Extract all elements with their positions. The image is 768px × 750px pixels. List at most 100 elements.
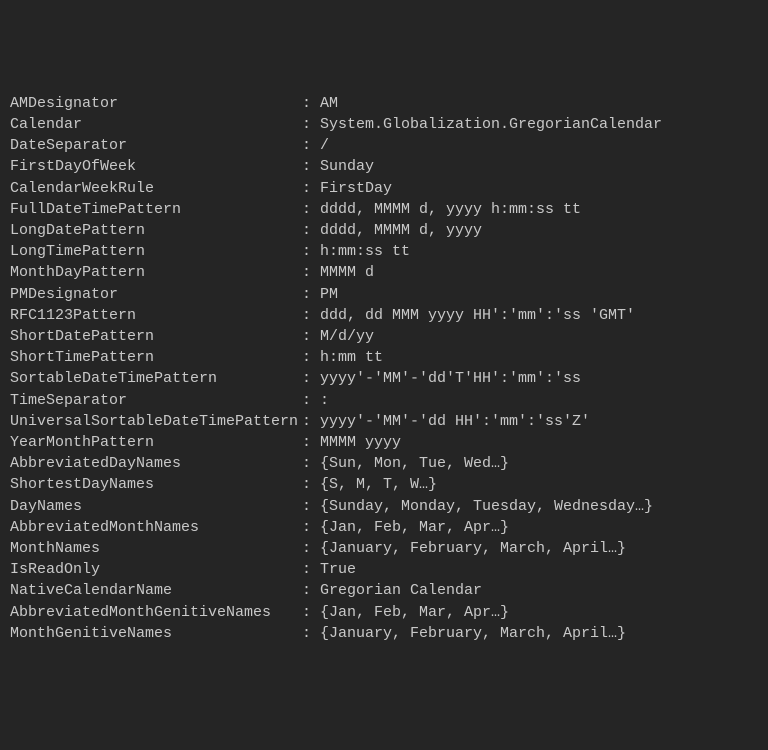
separator: : xyxy=(302,602,320,623)
separator: : xyxy=(302,156,320,177)
separator: : xyxy=(302,517,320,538)
separator: : xyxy=(302,496,320,517)
separator: : xyxy=(302,453,320,474)
property-key: DayNames xyxy=(10,496,302,517)
property-key: UniversalSortableDateTimePattern xyxy=(10,411,302,432)
property-row: UniversalSortableDateTimePattern:yyyy'-'… xyxy=(10,411,758,432)
property-value: Sunday xyxy=(320,158,374,175)
separator: : xyxy=(302,368,320,389)
separator: : xyxy=(302,220,320,241)
property-value: ddd, dd MMM yyyy HH':'mm':'ss 'GMT' xyxy=(320,307,635,324)
property-value: / xyxy=(320,137,329,154)
separator: : xyxy=(302,623,320,644)
separator: : xyxy=(302,305,320,326)
property-row: TimeSeparator:: xyxy=(10,390,758,411)
property-key: MonthNames xyxy=(10,538,302,559)
property-value: FirstDay xyxy=(320,180,392,197)
property-row: DayNames:{Sunday, Monday, Tuesday, Wedne… xyxy=(10,496,758,517)
property-value: System.Globalization.GregorianCalendar xyxy=(320,116,662,133)
property-key: ShortestDayNames xyxy=(10,474,302,495)
property-value: h:mm:ss tt xyxy=(320,243,410,260)
separator: : xyxy=(302,93,320,114)
property-key: IsReadOnly xyxy=(10,559,302,580)
property-key: AMDesignator xyxy=(10,93,302,114)
property-row: CalendarWeekRule:FirstDay xyxy=(10,178,758,199)
property-key: ShortDatePattern xyxy=(10,326,302,347)
separator: : xyxy=(302,199,320,220)
property-value: AM xyxy=(320,95,338,112)
property-value: {Sun, Mon, Tue, Wed…} xyxy=(320,455,509,472)
property-key: MonthGenitiveNames xyxy=(10,623,302,644)
property-key: AbbreviatedDayNames xyxy=(10,453,302,474)
property-value: {Jan, Feb, Mar, Apr…} xyxy=(320,519,509,536)
property-key: LongDatePattern xyxy=(10,220,302,241)
property-value: {January, February, March, April…} xyxy=(320,540,626,557)
property-row: AMDesignator:AM xyxy=(10,93,758,114)
separator: : xyxy=(302,326,320,347)
property-value: yyyy'-'MM'-'dd HH':'mm':'ss'Z' xyxy=(320,413,590,430)
property-value: yyyy'-'MM'-'dd'T'HH':'mm':'ss xyxy=(320,370,581,387)
property-value: {S, M, T, W…} xyxy=(320,476,437,493)
property-row: NativeCalendarName:Gregorian Calendar xyxy=(10,580,758,601)
property-row: RFC1123Pattern:ddd, dd MMM yyyy HH':'mm'… xyxy=(10,305,758,326)
property-row: LongDatePattern:dddd, MMMM d, yyyy xyxy=(10,220,758,241)
property-value: MMMM yyyy xyxy=(320,434,401,451)
separator: : xyxy=(302,114,320,135)
property-row: Calendar:System.Globalization.GregorianC… xyxy=(10,114,758,135)
property-key: FullDateTimePattern xyxy=(10,199,302,220)
property-row: PMDesignator:PM xyxy=(10,284,758,305)
property-row: AbbreviatedMonthNames:{Jan, Feb, Mar, Ap… xyxy=(10,517,758,538)
property-row: MonthNames:{January, February, March, Ap… xyxy=(10,538,758,559)
property-value: dddd, MMMM d, yyyy xyxy=(320,222,482,239)
property-row: ShortTimePattern:h:mm tt xyxy=(10,347,758,368)
property-value: Gregorian Calendar xyxy=(320,582,482,599)
separator: : xyxy=(302,411,320,432)
separator: : xyxy=(302,474,320,495)
property-value: MMMM d xyxy=(320,264,374,281)
property-key: AbbreviatedMonthNames xyxy=(10,517,302,538)
property-row: AbbreviatedMonthGenitiveNames:{Jan, Feb,… xyxy=(10,602,758,623)
property-row: DateSeparator:/ xyxy=(10,135,758,156)
property-key: RFC1123Pattern xyxy=(10,305,302,326)
separator: : xyxy=(302,390,320,411)
property-key: SortableDateTimePattern xyxy=(10,368,302,389)
separator: : xyxy=(302,432,320,453)
separator: : xyxy=(302,538,320,559)
property-row: YearMonthPattern:MMMM yyyy xyxy=(10,432,758,453)
separator: : xyxy=(302,347,320,368)
separator: : xyxy=(302,241,320,262)
property-key: ShortTimePattern xyxy=(10,347,302,368)
property-row: AbbreviatedDayNames:{Sun, Mon, Tue, Wed…… xyxy=(10,453,758,474)
property-row: ShortDatePattern:M/d/yy xyxy=(10,326,758,347)
property-row: LongTimePattern:h:mm:ss tt xyxy=(10,241,758,262)
property-row: ShortestDayNames:{S, M, T, W…} xyxy=(10,474,758,495)
property-value: : xyxy=(320,392,329,409)
property-value: True xyxy=(320,561,356,578)
property-value: h:mm tt xyxy=(320,349,383,366)
property-row: MonthDayPattern:MMMM d xyxy=(10,262,758,283)
property-value: {Jan, Feb, Mar, Apr…} xyxy=(320,604,509,621)
property-value: M/d/yy xyxy=(320,328,374,345)
property-row: IsReadOnly:True xyxy=(10,559,758,580)
property-row: SortableDateTimePattern:yyyy'-'MM'-'dd'T… xyxy=(10,368,758,389)
property-row: FirstDayOfWeek:Sunday xyxy=(10,156,758,177)
property-key: AbbreviatedMonthGenitiveNames xyxy=(10,602,302,623)
property-row: MonthGenitiveNames:{January, February, M… xyxy=(10,623,758,644)
property-key: TimeSeparator xyxy=(10,390,302,411)
separator: : xyxy=(302,262,320,283)
separator: : xyxy=(302,580,320,601)
property-key: NativeCalendarName xyxy=(10,580,302,601)
property-key: CalendarWeekRule xyxy=(10,178,302,199)
property-key: YearMonthPattern xyxy=(10,432,302,453)
property-key: LongTimePattern xyxy=(10,241,302,262)
property-key: DateSeparator xyxy=(10,135,302,156)
property-key: MonthDayPattern xyxy=(10,262,302,283)
property-value: PM xyxy=(320,286,338,303)
separator: : xyxy=(302,559,320,580)
property-value: {Sunday, Monday, Tuesday, Wednesday…} xyxy=(320,498,653,515)
console-output: AMDesignator:AMCalendar:System.Globaliza… xyxy=(10,93,758,644)
property-value: {January, February, March, April…} xyxy=(320,625,626,642)
separator: : xyxy=(302,284,320,305)
property-key: Calendar xyxy=(10,114,302,135)
property-value: dddd, MMMM d, yyyy h:mm:ss tt xyxy=(320,201,581,218)
